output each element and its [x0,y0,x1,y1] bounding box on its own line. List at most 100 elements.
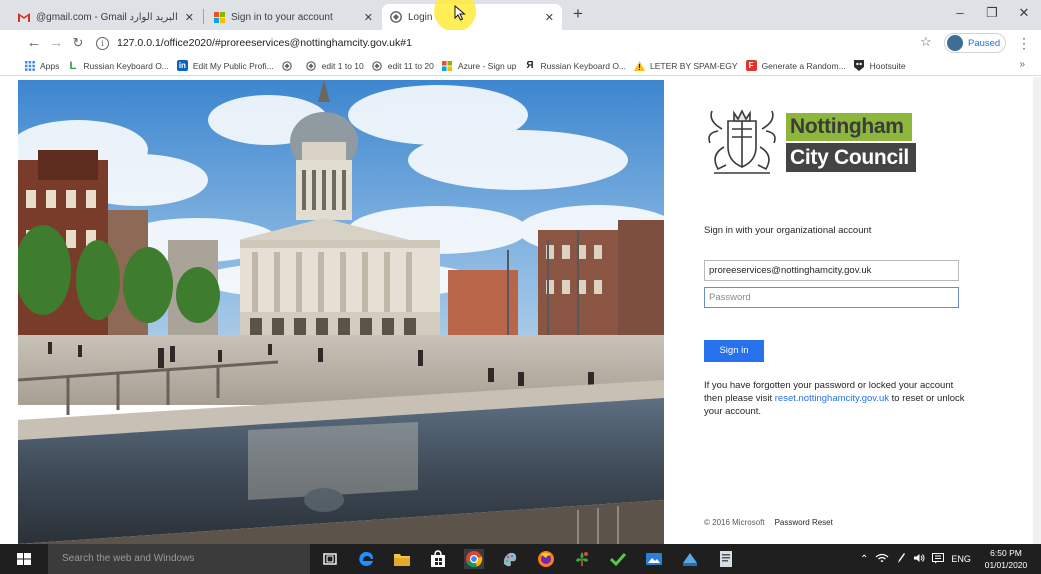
close-icon[interactable]: ✕ [545,11,554,24]
back-button[interactable]: ← [24,33,44,53]
bookmark-globe[interactable] [282,60,298,71]
new-tab-button[interactable]: + [568,4,588,24]
solitaire-icon[interactable] [572,549,592,569]
sign-in-button[interactable]: Sign in [704,340,764,362]
bookmark-generate[interactable]: F Generate a Random... [745,60,846,71]
close-icon[interactable]: ✕ [364,11,373,24]
linkedin-icon: in [176,60,188,71]
pen-icon[interactable] [896,552,906,566]
window-close-button[interactable]: ✕ [1008,2,1040,26]
document-app-icon[interactable] [716,549,736,569]
reload-button[interactable]: ↻ [68,33,88,53]
clock-date: 01/01/2020 [984,560,1028,570]
bookmark-label: Azure - Sign up [457,60,517,71]
password-field[interactable] [704,287,959,308]
tab-strip: @gmail.com - Gmail البريد الوارد ✕ Sign … [0,0,1041,32]
gmail-icon [18,11,30,23]
address-url: 127.0.0.1/office2020/#proreeservices@not… [117,37,412,49]
bookmark-azure[interactable]: Azure - Sign up [442,60,517,71]
store-icon[interactable] [428,549,448,569]
password-help-text: If you have forgotten your password or l… [704,379,966,418]
taskbar-search[interactable]: Search the web and Windows [48,544,310,574]
bookmarks-bar: Apps L Russian Keyboard O... in Edit My … [0,56,1041,76]
tab-title: Sign in to your account [231,11,333,23]
copyright: © 2016 Microsoft [704,518,765,527]
camera-app-icon[interactable] [680,549,700,569]
bookmark-label: Russian Keyboard O... [540,60,627,71]
reset-link[interactable]: reset.nottinghamcity.gov.uk [775,393,889,404]
firefox-icon[interactable] [536,549,556,569]
mouse-cursor-icon [454,5,466,21]
sign-in-panel: Nottingham City Council Sign in with you… [664,77,1033,544]
windows-icon [17,553,31,565]
globe-icon [306,60,317,71]
bookmark-russian-keyboard[interactable]: L Russian Keyboard O... [67,60,169,72]
chrome-icon[interactable] [464,549,484,569]
language-indicator[interactable]: ENG [951,554,971,564]
bookmark-linkedin[interactable]: in Edit My Public Profi... [176,60,274,71]
bookmark-label: Edit My Public Profi... [192,60,274,71]
file-explorer-icon[interactable] [392,549,412,569]
volume-icon[interactable] [913,553,925,565]
hootsuite-icon [854,60,865,71]
taskbar: Search the web and Windows ⌃ ENG 6:50 PM… [0,544,1041,574]
network-icon[interactable] [875,553,889,565]
bookmark-hootsuite[interactable]: Hootsuite [854,60,906,71]
hero-image [18,80,664,544]
red-f-icon: F [745,60,757,71]
maximize-button[interactable]: ❐ [976,2,1008,26]
chevron-up-icon[interactable]: ⌃ [860,554,868,565]
close-icon[interactable]: ✕ [185,11,194,24]
menu-icon[interactable]: ⋮ [1017,33,1031,53]
tab-sign-in[interactable]: Sign in to your account ✕ [205,4,381,30]
paint-icon[interactable] [500,549,520,569]
start-button[interactable] [0,544,48,574]
edge-icon[interactable] [356,549,376,569]
bookmark-label: edit 1 to 10 [321,60,364,71]
star-icon[interactable]: ☆ [920,34,932,50]
bookmark-edit-1-10[interactable]: edit 1 to 10 [306,60,364,71]
microsoft-icon [442,60,453,71]
avatar [947,35,963,51]
bookmarks-overflow-button[interactable]: » [1019,59,1025,70]
bookmark-label: Russian Keyboard O... [83,60,169,71]
action-center-icon[interactable] [932,552,945,566]
email-field[interactable] [704,260,959,281]
sign-in-heading: Sign in with your organizational account [704,225,872,236]
minimize-button[interactable]: – [944,2,976,26]
page-content: Nottingham City Council Sign in with you… [0,77,1041,544]
bookmark-russian-keyboard-2[interactable]: Я Russian Keyboard O... [525,60,627,71]
profile-status: Paused [968,37,1001,49]
bookmark-leter[interactable]: LETER BY SPAM-EGY [634,60,738,71]
bookmark-apps[interactable]: Apps [24,60,59,71]
tab-gmail[interactable]: @gmail.com - Gmail البريد الوارد ✕ [10,4,202,30]
profile-button[interactable]: Paused [944,33,1006,53]
tab-title: Login - [408,11,439,23]
checkmark-app-icon[interactable] [608,549,628,569]
bookmark-edit-11-20[interactable]: edit 11 to 20 [372,60,434,71]
logo-line-1: Nottingham [786,113,912,141]
bookmark-label: LETER BY SPAM-EGY [650,60,738,71]
bookmark-label: Apps [40,60,60,71]
globe-icon [390,11,402,23]
browser-toolbar: ← → ↻ i 127.0.0.1/office2020/#proreeserv… [0,30,1041,56]
tab-title: @gmail.com - Gmail البريد الوارد [36,11,178,23]
ya-icon: Я [526,60,534,71]
info-icon[interactable]: i [96,36,109,50]
taskbar-clock[interactable]: 6:50 PM 01/01/2020 [980,547,1032,571]
microsoft-icon [213,11,225,23]
footer: © 2016 Microsoft Password Reset [704,518,833,527]
crest-icon [708,109,776,174]
system-tray: ⌃ ENG [860,544,971,574]
address-bar[interactable]: i 127.0.0.1/office2020/#proreeservices@n… [96,33,964,53]
task-view-icon[interactable] [320,549,340,569]
bookmark-label: Generate a Random... [761,60,846,71]
logo-line-2: City Council [786,143,916,172]
password-reset-link[interactable]: Password Reset [775,518,833,527]
bookmark-label: edit 11 to 20 [387,60,434,71]
forward-button[interactable]: → [46,33,66,53]
photos-icon[interactable] [644,549,664,569]
clock-time: 6:50 PM [990,548,1022,558]
scrollbar[interactable] [1033,77,1041,544]
council-house-photo [18,80,664,544]
